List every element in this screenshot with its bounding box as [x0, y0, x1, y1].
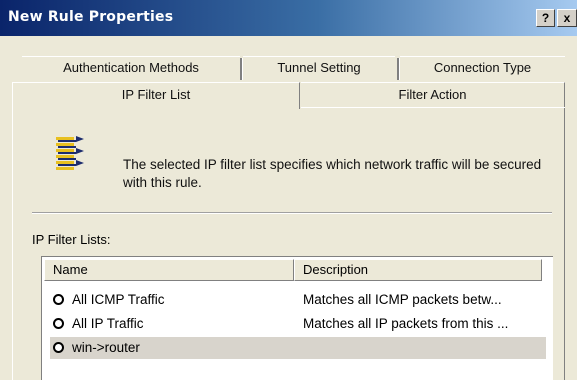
tab-tunnel-setting[interactable]: Tunnel Setting	[243, 56, 395, 80]
table-row[interactable]: win->router	[50, 337, 546, 359]
row-name: All IP Traffic	[72, 316, 144, 331]
column-header-name[interactable]: Name	[44, 259, 294, 281]
tab-authentication-methods[interactable]: Authentication Methods	[22, 56, 240, 80]
radio-button-icon[interactable]	[53, 294, 64, 305]
tab-ip-filter-list[interactable]: IP Filter List	[12, 82, 300, 109]
row-description: Matches all ICMP packets betw...	[303, 292, 502, 307]
divider	[32, 212, 552, 214]
column-header-description[interactable]: Description	[294, 259, 542, 281]
radio-button-icon[interactable]	[53, 318, 64, 329]
row-name: All ICMP Traffic	[72, 292, 165, 307]
close-button[interactable]: x	[557, 9, 577, 27]
ip-filter-lists-label: IP Filter Lists:	[32, 232, 111, 247]
row-description: Matches all IP packets from this ...	[303, 316, 509, 331]
title-bar[interactable]: New Rule Properties ? x	[0, 0, 577, 36]
ip-filter-list-view[interactable]: Name Description All ICMP Traffic Matche…	[41, 256, 553, 380]
rule-description: The selected IP filter list specifies wh…	[123, 157, 542, 190]
help-button[interactable]: ?	[536, 9, 555, 27]
radio-button-icon[interactable]	[53, 342, 64, 353]
tab-connection-type[interactable]: Connection Type	[400, 56, 565, 80]
row-name: win->router	[72, 340, 140, 355]
table-row[interactable]: All ICMP Traffic Matches all ICMP packet…	[50, 289, 546, 311]
table-row[interactable]: All IP Traffic Matches all IP packets fr…	[50, 313, 546, 335]
filter-list-icon	[56, 133, 90, 176]
tab-filter-action[interactable]: Filter Action	[301, 82, 565, 108]
panel-top-edge	[301, 107, 565, 108]
window-title: New Rule Properties	[8, 9, 174, 25]
